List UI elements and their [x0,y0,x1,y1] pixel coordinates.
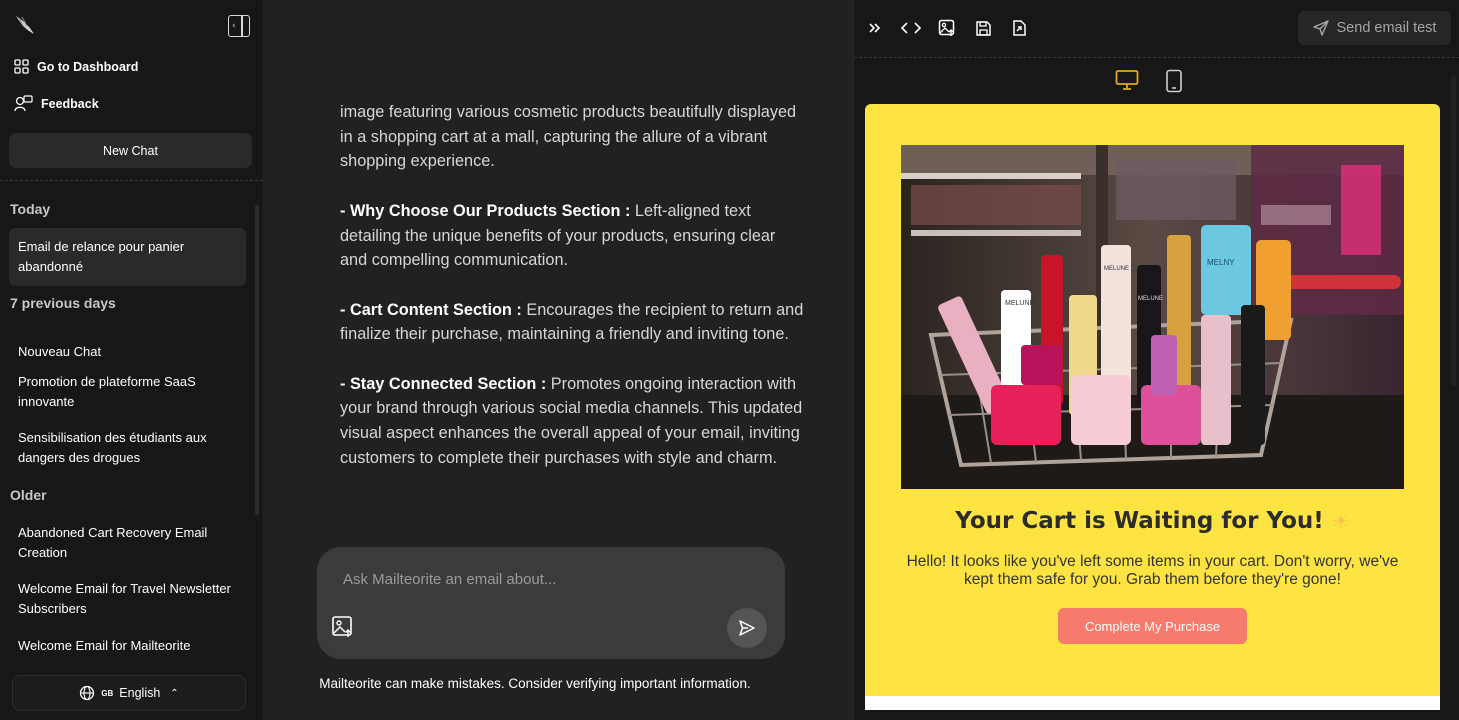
expand-icon[interactable] [864,17,886,39]
feedback-link[interactable]: Feedback [14,95,99,112]
mobile-icon[interactable] [1165,69,1183,98]
chat-composer [317,547,785,659]
send-icon [739,620,755,636]
divider [0,180,263,181]
send-button[interactable] [727,608,767,648]
save-icon[interactable] [972,17,994,39]
message-paragraph: - Cart Content Section : Encourages the … [340,300,804,344]
email-title: Your Cart is Waiting for You! ☀ [955,508,1350,534]
email-template: MELUNE MELNY MELUNE MELUNE Your Cart is … [865,104,1440,696]
app-window: ‹ Go to Dashboard Feedback New Chat Toda… [0,0,1459,720]
send-email-test-button[interactable]: Send email test [1298,11,1451,45]
chat-history-item[interactable]: Promotion de plateforme SaaS innovante [9,363,246,421]
send-icon [1312,20,1329,36]
chat-history-item[interactable]: Welcome Email for Mailteorite [9,627,246,665]
group-label-older: Older [10,487,47,503]
product-label: MELUNE [1138,296,1163,302]
sun-icon: ☀ [1331,509,1350,533]
globe-icon [80,685,95,701]
chat-panel: image featuring various cosmetic product… [263,0,853,720]
sidebar: ‹ Go to Dashboard Feedback New Chat Toda… [0,0,263,720]
message-paragraph: image featuring various cosmetic product… [340,103,797,171]
feather-logo-icon[interactable] [14,14,38,38]
code-icon[interactable] [900,17,922,39]
email-body-text: Hello! It looks like you've left some it… [906,553,1399,588]
new-chat-button[interactable]: New Chat [9,133,252,168]
disclaimer-text: Mailteorite can make mistakes. Consider … [319,676,751,691]
product-label: MELUNE [1104,266,1129,272]
sidebar-collapse-icon[interactable]: ‹ [228,15,250,37]
chevron-up-icon: ⌃ [170,687,179,699]
message-paragraph: - Stay Connected Section : Promotes ongo… [340,374,803,467]
hero-image: MELUNE MELNY MELUNE MELUNE [901,145,1404,489]
go-to-dashboard-link[interactable]: Go to Dashboard [14,59,138,74]
assistant-message: image featuring various cosmetic product… [340,100,805,495]
feedback-label: Feedback [41,96,99,111]
preview-scrollbar[interactable] [1451,76,1456,386]
message-paragraph: - Why Choose Our Products Section : Left… [340,201,776,270]
preview-toolbar [864,17,1030,39]
send-test-label: Send email test [1336,20,1437,36]
language-label: English [119,686,161,700]
language-selector[interactable]: GB English ⌃ [12,675,246,711]
product-label: MELUNE [1005,300,1035,307]
divider [854,57,1459,58]
sidebar-scrollbar[interactable] [255,205,259,515]
desktop-icon[interactable] [1115,69,1139,98]
chat-history-item[interactable]: Welcome Email for Travel Newsletter Subs… [9,570,246,628]
product-label: MELNY [1207,258,1235,267]
chat-history-item[interactable]: Email de relance pour panier abandonné [9,228,246,286]
email-preview-panel: Send email test MELUNE MELNY MELUNE MELU… [853,0,1459,720]
chat-input[interactable] [343,571,743,588]
image-icon[interactable] [936,17,958,39]
chat-history-item[interactable]: Abandoned Cart Recovery Email Creation [9,514,246,572]
grid-icon [14,59,29,74]
device-toggle [1115,69,1183,98]
flag-badge: GB [101,688,114,698]
export-icon[interactable] [1008,17,1030,39]
feedback-icon [14,95,33,112]
group-label-today: Today [10,201,51,217]
complete-purchase-button[interactable]: Complete My Purchase [1058,608,1247,644]
dashboard-label: Go to Dashboard [37,59,139,74]
email-footer-strip [865,696,1440,710]
group-label-previous: 7 previous days [10,295,116,311]
image-upload-icon[interactable] [331,615,357,641]
chat-history-item[interactable]: Sensibilisation des étudiants aux danger… [9,419,246,477]
